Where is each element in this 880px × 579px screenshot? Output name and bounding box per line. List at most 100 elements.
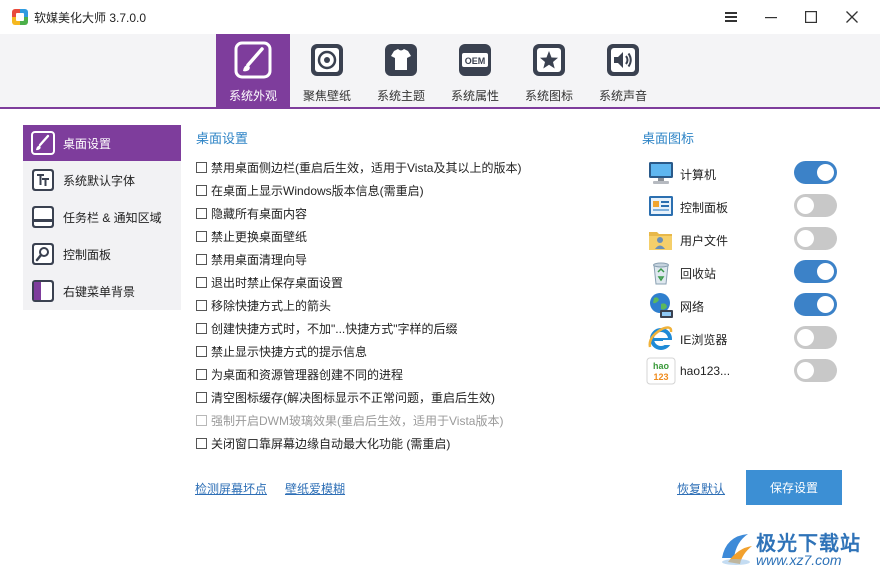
tab-system-icons[interactable]: 系统图标 <box>512 34 586 107</box>
toggle-control-panel[interactable] <box>794 194 837 217</box>
star-icon <box>533 44 565 76</box>
brush-icon <box>234 41 272 79</box>
close-icon <box>846 11 858 23</box>
sidebar-item-taskbar[interactable]: 任务栏 & 通知区域 <box>23 199 181 235</box>
restore-default-link[interactable]: 恢复默认 <box>677 480 725 497</box>
desktop-icon-row-user-files: 用户文件 <box>646 224 841 254</box>
toggle-hao123[interactable] <box>794 359 837 382</box>
toggle-knob <box>817 263 834 280</box>
option-show-windows-version[interactable]: 在桌面上显示Windows版本信息(需重启) <box>196 181 424 199</box>
checkbox[interactable] <box>196 437 207 449</box>
desktop-icon-label: 回收站 <box>680 267 717 281</box>
checkbox[interactable] <box>196 391 207 403</box>
option-label: 隐藏所有桌面内容 <box>211 206 308 221</box>
ie-icon <box>648 326 673 350</box>
option-hide-shortcut-tips[interactable]: 禁止显示快捷方式的提示信息 <box>196 342 367 360</box>
main-toolbar: 系统外观 聚焦壁纸 系统主题 OEM 系统属性 系统图标 系统声音 <box>0 34 880 109</box>
option-clear-icon-cache[interactable]: 清空图标缓存(解决图标显示不正常问题，重启后生效) <box>196 388 495 406</box>
checkbox[interactable] <box>196 368 207 380</box>
toggle-knob <box>797 197 814 214</box>
hao123-icon-top-text: hao <box>653 361 670 371</box>
option-separate-process[interactable]: 为桌面和资源管理器创建不同的进程 <box>196 365 403 383</box>
hao123-icon-bottom-text: 123 <box>653 372 668 382</box>
close-button[interactable] <box>832 0 872 34</box>
desktop-icon-row-recycle-bin: 回收站 <box>646 257 841 287</box>
oem-icon: OEM <box>459 44 491 76</box>
desktop-icon-label: 网络 <box>680 300 705 314</box>
tab-label: 系统声音 <box>598 89 647 103</box>
tab-system-appearance[interactable]: 系统外观 <box>216 34 290 107</box>
title-bar: 软媒美化大师 3.7.0.0 <box>0 0 880 34</box>
sidebar-item-desktop-settings[interactable]: 桌面设置 <box>23 125 181 161</box>
checkbox[interactable] <box>196 253 207 265</box>
option-remove-shortcut-arrow[interactable]: 移除快捷方式上的箭头 <box>196 296 331 314</box>
option-disable-cleanup-wizard[interactable]: 禁用桌面清理向导 <box>196 250 307 268</box>
speaker-icon <box>607 44 639 76</box>
checkbox[interactable] <box>196 161 207 173</box>
toggle-knob <box>817 296 834 313</box>
option-label: 退出时禁止保存桌面设置 <box>211 275 344 290</box>
sidebar-item-label: 任务栏 & 通知区域 <box>63 210 162 225</box>
option-disable-sidebar[interactable]: 禁用桌面侧边栏(重启后生效，适用于Vista及其以上的版本) <box>196 158 521 176</box>
toggle-recycle-bin[interactable] <box>794 260 837 283</box>
screen-defect-test-link[interactable]: 检测屏幕坏点 <box>195 480 267 497</box>
sidebar-item-context-menu-bg[interactable]: 右键菜单背景 <box>23 273 181 309</box>
desktop-icons-title: 桌面图标 <box>642 131 695 146</box>
toggle-network[interactable] <box>794 293 837 316</box>
desktop-icon-label: 用户文件 <box>680 234 729 248</box>
font-icon <box>32 169 54 191</box>
checkbox[interactable] <box>196 299 207 311</box>
option-label: 关闭窗口靠屏幕边缘自动最大化功能 (需重启) <box>211 436 451 451</box>
context-menu-icon <box>32 280 54 302</box>
option-hide-desktop-content[interactable]: 隐藏所有桌面内容 <box>196 204 307 222</box>
desktop-icon-label: 计算机 <box>680 168 717 182</box>
wallpaper-blur-link[interactable]: 壁纸爱模糊 <box>285 480 345 497</box>
desktop-icon-row-hao123: hao 123 hao123... <box>646 356 841 386</box>
tab-label: 系统属性 <box>450 89 499 103</box>
tab-system-properties[interactable]: OEM 系统属性 <box>438 34 512 107</box>
recycle-bin-icon <box>653 262 669 285</box>
sidebar-item-default-font[interactable]: 系统默认字体 <box>23 162 181 198</box>
option-label: 禁用桌面清理向导 <box>211 252 308 267</box>
toggle-ie[interactable] <box>794 326 837 349</box>
checkbox[interactable] <box>196 276 207 288</box>
option-forbid-wallpaper-change[interactable]: 禁止更换桌面壁纸 <box>196 227 307 245</box>
checkbox[interactable] <box>196 345 207 357</box>
option-label: 在桌面上显示Windows版本信息(需重启) <box>211 183 424 198</box>
hao123-icon: hao 123 <box>646 357 676 385</box>
user-folder-icon <box>649 232 672 250</box>
checkbox[interactable] <box>196 184 207 196</box>
checkbox[interactable] <box>196 230 207 242</box>
menu-button[interactable] <box>711 0 751 34</box>
toggle-user-files[interactable] <box>794 227 837 250</box>
toggle-knob <box>817 164 834 181</box>
menu-icon <box>725 12 737 22</box>
option-force-dwm-glass: 强制开启DWM玻璃效果(重启后生效，适用于Vista版本) <box>196 411 503 429</box>
save-settings-button[interactable]: 保存设置 <box>746 470 842 505</box>
maximize-button[interactable] <box>791 0 831 34</box>
sidebar-item-control-panel[interactable]: 控制面板 <box>23 236 181 272</box>
toggle-knob <box>797 329 814 346</box>
option-label: 清空图标缓存(解决图标显示不正常问题，重启后生效) <box>211 390 495 405</box>
option-no-shortcut-suffix[interactable]: 创建快捷方式时，不加"...快捷方式"字样的后缀 <box>196 319 458 337</box>
tab-system-theme[interactable]: 系统主题 <box>364 34 438 107</box>
tab-label: 聚焦壁纸 <box>302 89 351 103</box>
checkbox[interactable] <box>196 207 207 219</box>
option-no-save-on-exit[interactable]: 退出时禁止保存桌面设置 <box>196 273 343 291</box>
network-icon <box>650 293 673 318</box>
desktop-settings-title: 桌面设置 <box>196 131 249 146</box>
toggle-computer[interactable] <box>794 161 837 184</box>
option-disable-aero-snap[interactable]: 关闭窗口靠屏幕边缘自动最大化功能 (需重启) <box>196 434 450 452</box>
desktop-icon-row-control-panel: 控制面板 <box>646 191 841 221</box>
tab-system-sounds[interactable]: 系统声音 <box>586 34 660 107</box>
tab-focus-wallpaper[interactable]: 聚焦壁纸 <box>290 34 364 107</box>
minimize-button[interactable] <box>751 0 791 34</box>
minimize-icon <box>765 17 777 19</box>
sidebar-item-label: 右键菜单背景 <box>63 284 136 299</box>
desktop-icon-row-ie: IE浏览器 <box>646 323 841 353</box>
watermark-url: www.xz7.com <box>756 552 842 568</box>
tab-label: 系统主题 <box>376 89 425 103</box>
option-label: 强制开启DWM玻璃效果(重启后生效，适用于Vista版本) <box>211 413 504 428</box>
checkbox[interactable] <box>196 322 207 334</box>
sidebar-item-label: 控制面板 <box>63 247 112 262</box>
